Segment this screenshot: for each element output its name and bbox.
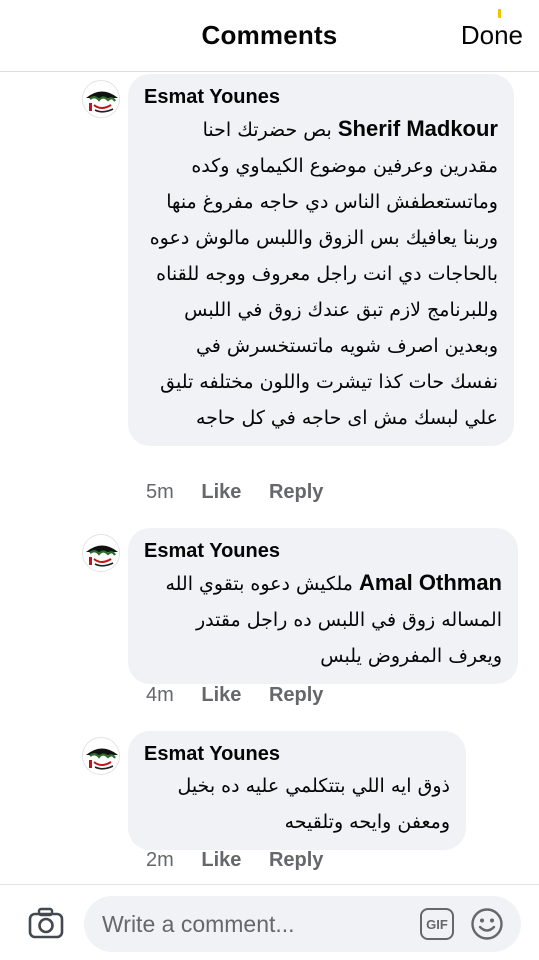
like-button[interactable]: Like — [201, 684, 241, 707]
comment-text: Amal Othman ملكيش دعوه بتقوي الله المسال… — [144, 565, 502, 674]
comment-input-container: GIF — [84, 896, 521, 952]
comment-time: 2m — [146, 849, 174, 871]
comment-body: بص حضرتك احنا مقدرين وعرفين موضوع الكيما… — [149, 119, 498, 429]
done-button[interactable]: Done — [461, 20, 523, 51]
reply-button[interactable]: Reply — [269, 684, 323, 707]
status-indicator — [498, 9, 501, 18]
reply-button[interactable]: Reply — [269, 849, 323, 872]
like-button[interactable]: Like — [201, 849, 241, 872]
comment-body: ذوق ايه اللي بتتكلمي عليه ده بخيل ومعفن … — [177, 775, 450, 833]
comment-author[interactable]: Esmat Younes — [144, 743, 450, 766]
gif-icon[interactable]: GIF — [420, 908, 454, 940]
page-title: Comments — [201, 20, 338, 50]
mention-link[interactable]: Amal Othman — [359, 570, 502, 595]
comment-meta: 2m Like Reply — [146, 849, 345, 872]
emoji-icon[interactable] — [470, 907, 504, 941]
avatar[interactable] — [82, 80, 120, 118]
comment-time: 5m — [146, 481, 174, 503]
reply-button[interactable]: Reply — [269, 481, 323, 504]
like-button[interactable]: Like — [201, 481, 241, 504]
comment-meta: 5m Like Reply — [146, 481, 345, 504]
comment-author[interactable]: Esmat Younes — [144, 86, 498, 109]
comment-bubble: Esmat Younes Amal Othman ملكيش دعوه بتقو… — [128, 528, 518, 684]
avatar[interactable] — [82, 534, 120, 572]
mention-link[interactable]: Sherif Madkour — [338, 116, 498, 141]
comment-text: ذوق ايه اللي بتتكلمي عليه ده بخيل ومعفن … — [144, 768, 450, 840]
header: Comments Done — [0, 0, 539, 72]
comment-input[interactable] — [102, 904, 402, 944]
avatar[interactable] — [82, 737, 120, 775]
comment-meta: 4m Like Reply — [146, 684, 345, 707]
comment-text: Sherif Madkour بص حضرتك احنا مقدرين وعرف… — [144, 111, 498, 436]
camera-icon[interactable] — [28, 907, 64, 939]
comment-author[interactable]: Esmat Younes — [144, 540, 502, 563]
comment-bubble: Esmat Younes ذوق ايه اللي بتتكلمي عليه د… — [128, 731, 466, 850]
comment-composer: GIF — [0, 884, 539, 960]
comment-time: 4m — [146, 684, 174, 706]
comment-bubble: Esmat Younes Sherif Madkour بص حضرتك احن… — [128, 74, 514, 446]
